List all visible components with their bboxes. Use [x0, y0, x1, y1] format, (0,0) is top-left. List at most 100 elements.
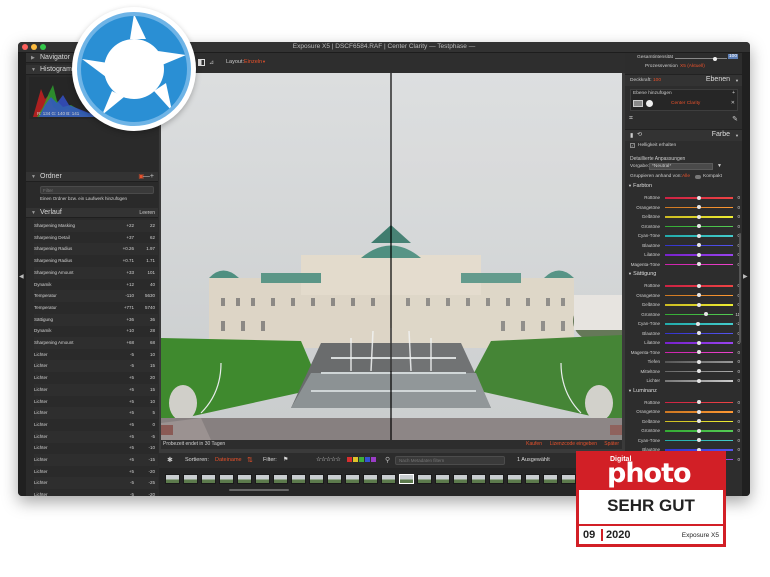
- slider-value[interactable]: 0: [728, 193, 740, 203]
- plus-icon[interactable]: —+: [143, 172, 154, 182]
- saturation-slider-row[interactable]: Orangetöne0: [625, 291, 742, 301]
- saturation-slider-row[interactable]: Grüntöne 11: [625, 310, 742, 320]
- flag-icon[interactable]: ⚑: [283, 456, 288, 463]
- history-row[interactable]: Lichter +5 0: [34, 419, 158, 431]
- layout-dropdown[interactable]: Einzeln: [244, 59, 262, 65]
- filmstrip-thumbnail[interactable]: [219, 474, 234, 484]
- metadata-search-input[interactable]: [395, 456, 505, 465]
- filmstrip-thumbnail[interactable]: [273, 474, 288, 484]
- slider-value[interactable]: 0: [728, 376, 740, 386]
- filmstrip-thumbnail[interactable]: [255, 474, 270, 484]
- slider-knob[interactable]: [697, 205, 701, 209]
- search-icon[interactable]: ⚲: [385, 456, 390, 464]
- history-row[interactable]: Dynamik +10 28: [34, 325, 158, 337]
- single-view-icon[interactable]: [198, 59, 205, 66]
- filmstrip-thumbnail[interactable]: [345, 474, 360, 484]
- filmstrip-thumbnail[interactable]: [435, 474, 450, 484]
- saturation-slider-row[interactable]: Rottöne0: [625, 281, 742, 291]
- gear-icon[interactable]: ✱: [167, 456, 173, 464]
- slider-knob[interactable]: [697, 409, 701, 414]
- history-row[interactable]: Sharpening Amount +68 68: [34, 337, 158, 349]
- filmstrip-thumbnail[interactable]: [291, 474, 306, 484]
- slider-value[interactable]: 0: [728, 203, 740, 213]
- compare-view-icon[interactable]: ⊿: [209, 59, 214, 66]
- history-row[interactable]: Sättigung +36 36: [34, 313, 158, 326]
- history-row[interactable]: Sharpening Amount +33 101: [34, 266, 158, 279]
- history-row[interactable]: Temperatur +771 5740: [34, 302, 158, 314]
- slider-knob[interactable]: [697, 302, 701, 307]
- history-row[interactable]: Lichter +5 20: [34, 372, 158, 384]
- history-row[interactable]: Sharpening Radius +0.71 1.71: [34, 255, 158, 267]
- sort-dropdown[interactable]: Dateiname: [215, 457, 242, 463]
- history-row[interactable]: Lichter +5 -15: [34, 454, 158, 466]
- history-row[interactable]: Lichter -5 -25: [34, 477, 158, 490]
- buy-link[interactable]: Kaufen: [526, 440, 542, 449]
- slider-value[interactable]: 0: [728, 398, 740, 408]
- history-row[interactable]: Lichter +5 5: [34, 407, 158, 420]
- slider-knob[interactable]: [697, 252, 701, 257]
- slider-knob[interactable]: [697, 214, 701, 219]
- chevron-down-icon[interactable]: ▼: [262, 59, 266, 64]
- folder-search-input[interactable]: [40, 186, 154, 194]
- photo-preview[interactable]: [161, 73, 622, 440]
- filmstrip-thumbnail[interactable]: [543, 474, 558, 484]
- slider-knob[interactable]: [703, 312, 708, 316]
- slider-knob[interactable]: [697, 233, 701, 238]
- slider-knob[interactable]: [695, 321, 700, 326]
- luminance-slider-row[interactable]: Orangetöne 0: [625, 407, 742, 417]
- history-row[interactable]: Lichter +5 -5: [34, 430, 158, 443]
- hue-slider-row[interactable]: Rottöne 0: [625, 193, 742, 203]
- luminance-slider-row[interactable]: Grüntöne 0: [625, 426, 742, 436]
- saturation-slider-row[interactable]: Magenta-Töne 0: [625, 348, 742, 358]
- slider-value[interactable]: 0: [728, 426, 740, 436]
- luminance-slider-row[interactable]: Gelbtöne 0: [625, 417, 742, 427]
- hue-slider-row[interactable]: Gelbtöne 0: [625, 212, 742, 222]
- slider-value[interactable]: 0: [728, 348, 740, 358]
- saturation-slider-row[interactable]: Lilatöne0: [625, 338, 742, 348]
- filmstrip-thumbnail[interactable]: [327, 474, 342, 484]
- history-row[interactable]: Lichter -5 15: [34, 360, 158, 373]
- hue-slider-row[interactable]: Orangetöne 0: [625, 203, 742, 213]
- luminance-section-header[interactable]: ▼ Luminanz: [628, 388, 657, 394]
- slider-knob[interactable]: [697, 340, 701, 345]
- later-link[interactable]: Später: [604, 440, 619, 449]
- saturation-slider-row[interactable]: Cyan-Töne -2: [625, 319, 742, 329]
- slider-value[interactable]: 0: [728, 455, 740, 465]
- hue-slider-row[interactable]: Lilatöne0: [625, 250, 742, 260]
- slider-value[interactable]: 0: [728, 357, 740, 367]
- slider-knob[interactable]: [697, 283, 701, 288]
- saturation-slider-row[interactable]: Mitteltöne 0: [625, 367, 742, 377]
- history-row[interactable]: Sharpening Detail +37 62: [34, 232, 158, 244]
- slider-knob[interactable]: [697, 419, 701, 423]
- slider-knob[interactable]: [697, 428, 701, 433]
- filmstrip-thumbnail[interactable]: [309, 474, 324, 484]
- history-row[interactable]: Sharpening Masking +22 22: [34, 220, 158, 232]
- hue-slider-row[interactable]: Magenta-Töne0: [625, 260, 742, 270]
- history-row[interactable]: Lichter -5 -20: [34, 489, 158, 496]
- sort-direction-icon[interactable]: ⇅: [247, 456, 253, 464]
- history-row[interactable]: Dynamik +12 40: [34, 279, 158, 291]
- slider-value[interactable]: 0: [728, 417, 740, 427]
- slider-knob[interactable]: [697, 293, 701, 297]
- filmstrip-thumbnail[interactable]: [489, 474, 504, 484]
- filmstrip-thumbnail[interactable]: [525, 474, 540, 484]
- filmstrip-thumbnail[interactable]: [381, 474, 396, 484]
- slider-knob[interactable]: [697, 359, 701, 364]
- rating-filter-icon[interactable]: ☆☆☆☆☆: [316, 456, 341, 463]
- luminance-slider-row[interactable]: Rottöne 0: [625, 398, 742, 408]
- hue-slider-row[interactable]: Grüntöne 0: [625, 222, 742, 232]
- filmstrip-thumbnail[interactable]: [183, 474, 198, 484]
- hue-slider-row[interactable]: Cyan-Töne0: [625, 231, 742, 241]
- saturation-section-header[interactable]: ▼ Sättigung: [628, 271, 656, 277]
- slider-value[interactable]: 0: [728, 222, 740, 232]
- slider-knob[interactable]: [697, 243, 701, 247]
- history-header[interactable]: ▼ Verlauf Leeren: [26, 208, 158, 218]
- slider-track[interactable]: [665, 313, 733, 315]
- filmstrip-thumbnail[interactable]: [417, 474, 432, 484]
- filmstrip-thumbnail[interactable]: [507, 474, 522, 484]
- hue-section-header[interactable]: ▼ Farbton: [628, 183, 652, 189]
- filmstrip-thumbnail[interactable]: [561, 474, 576, 484]
- saturation-slider-row[interactable]: Blautöne0: [625, 329, 742, 339]
- saturation-slider-row[interactable]: Tiefen 0: [625, 357, 742, 367]
- filmstrip-thumbnail[interactable]: [399, 474, 414, 484]
